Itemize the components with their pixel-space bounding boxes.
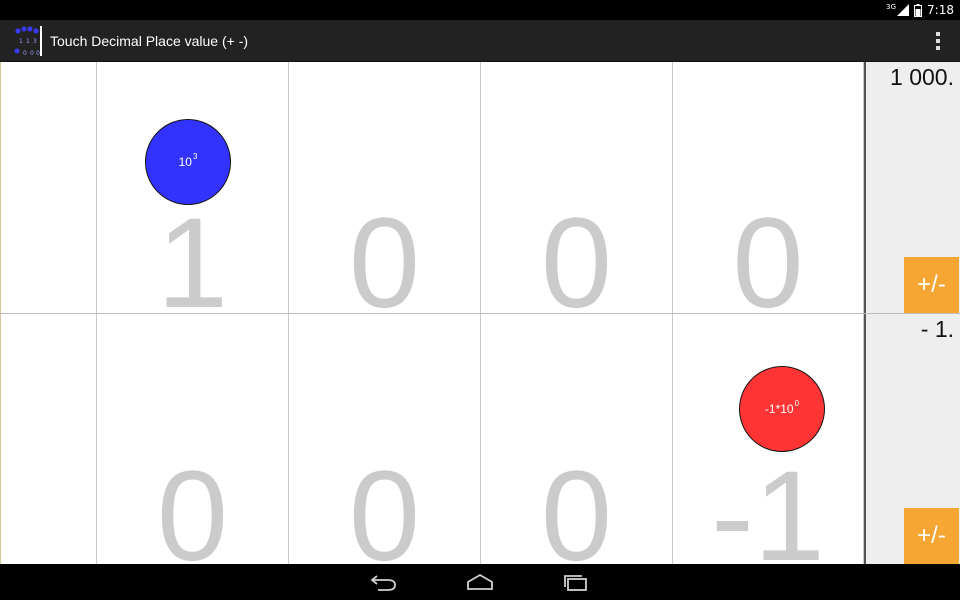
clock: 7:18 bbox=[927, 3, 954, 17]
place-column[interactable]: 0 bbox=[289, 62, 481, 313]
place-column[interactable] bbox=[0, 62, 97, 313]
svg-text:1: 1 bbox=[19, 38, 23, 45]
svg-text:0: 0 bbox=[23, 50, 27, 57]
place-column[interactable] bbox=[0, 314, 97, 564]
back-icon[interactable] bbox=[368, 570, 400, 594]
menu-dot bbox=[936, 46, 940, 50]
svg-text:0: 0 bbox=[36, 50, 40, 57]
status-bar: 3G 7:18 bbox=[0, 0, 960, 20]
overflow-menu-icon[interactable] bbox=[930, 30, 946, 52]
value-readout: 1 000. bbox=[890, 64, 954, 90]
counter-base: 10 bbox=[178, 155, 192, 169]
navigation-bar bbox=[0, 564, 960, 600]
home-icon[interactable] bbox=[464, 570, 496, 594]
place-digit: 0 bbox=[540, 445, 613, 565]
svg-text:3: 3 bbox=[33, 38, 37, 45]
place-column[interactable]: 0 bbox=[481, 62, 673, 313]
counter-base: -1*10 bbox=[764, 402, 794, 416]
svg-text:0: 0 bbox=[30, 50, 34, 57]
place-column[interactable]: 0 bbox=[673, 62, 864, 313]
status-icons: 3G 7:18 bbox=[886, 0, 954, 20]
place-value-board: 1 0 0 0 10 3 1 000. +/- 0 0 0 -1 -1*10 0… bbox=[0, 62, 960, 564]
counter-token-red[interactable]: -1*10 0 bbox=[739, 366, 825, 452]
action-bar: 1 1 3 0 0 0 Touch Decimal Place value (+… bbox=[0, 20, 960, 62]
place-value-row-bottom: 0 0 0 -1 -1*10 0 - 1. +/- bbox=[0, 313, 960, 564]
place-column[interactable]: 0 bbox=[481, 314, 673, 564]
network-type: 3G bbox=[886, 3, 897, 11]
place-value-row-top: 1 0 0 0 10 3 1 000. +/- bbox=[0, 62, 960, 313]
value-readout: - 1. bbox=[920, 316, 954, 342]
place-digit: 1 bbox=[156, 192, 229, 314]
value-panel: 1 000. +/- bbox=[864, 62, 960, 313]
toggle-sign-button[interactable]: +/- bbox=[904, 257, 959, 313]
toggle-sign-button[interactable]: +/- bbox=[904, 508, 959, 564]
counter-exponent: 3 bbox=[192, 151, 198, 161]
value-panel: - 1. +/- bbox=[864, 314, 960, 564]
place-digit: 0 bbox=[348, 192, 421, 314]
counter-token-blue[interactable]: 10 3 bbox=[145, 119, 231, 205]
recent-apps-icon[interactable] bbox=[560, 570, 592, 594]
svg-text:1: 1 bbox=[26, 38, 30, 45]
place-digit: 0 bbox=[540, 192, 613, 314]
place-digit: 0 bbox=[348, 445, 421, 565]
signal-icon bbox=[897, 4, 910, 16]
app-icon[interactable]: 1 1 3 0 0 0 bbox=[12, 24, 44, 58]
place-column[interactable]: 0 bbox=[289, 314, 481, 564]
screen: 3G 7:18 1 1 3 0 0 0 Touch Decimal Place … bbox=[0, 0, 960, 600]
place-digit: 0 bbox=[732, 192, 804, 314]
battery-icon bbox=[914, 3, 923, 17]
place-digit: 0 bbox=[156, 445, 229, 565]
place-column[interactable]: 0 bbox=[97, 314, 289, 564]
counter-exponent: 0 bbox=[794, 398, 800, 408]
place-digit: -1 bbox=[711, 445, 825, 565]
app-title: Touch Decimal Place value (+ -) bbox=[50, 33, 249, 49]
menu-dot bbox=[936, 32, 940, 36]
menu-dot bbox=[936, 39, 940, 43]
